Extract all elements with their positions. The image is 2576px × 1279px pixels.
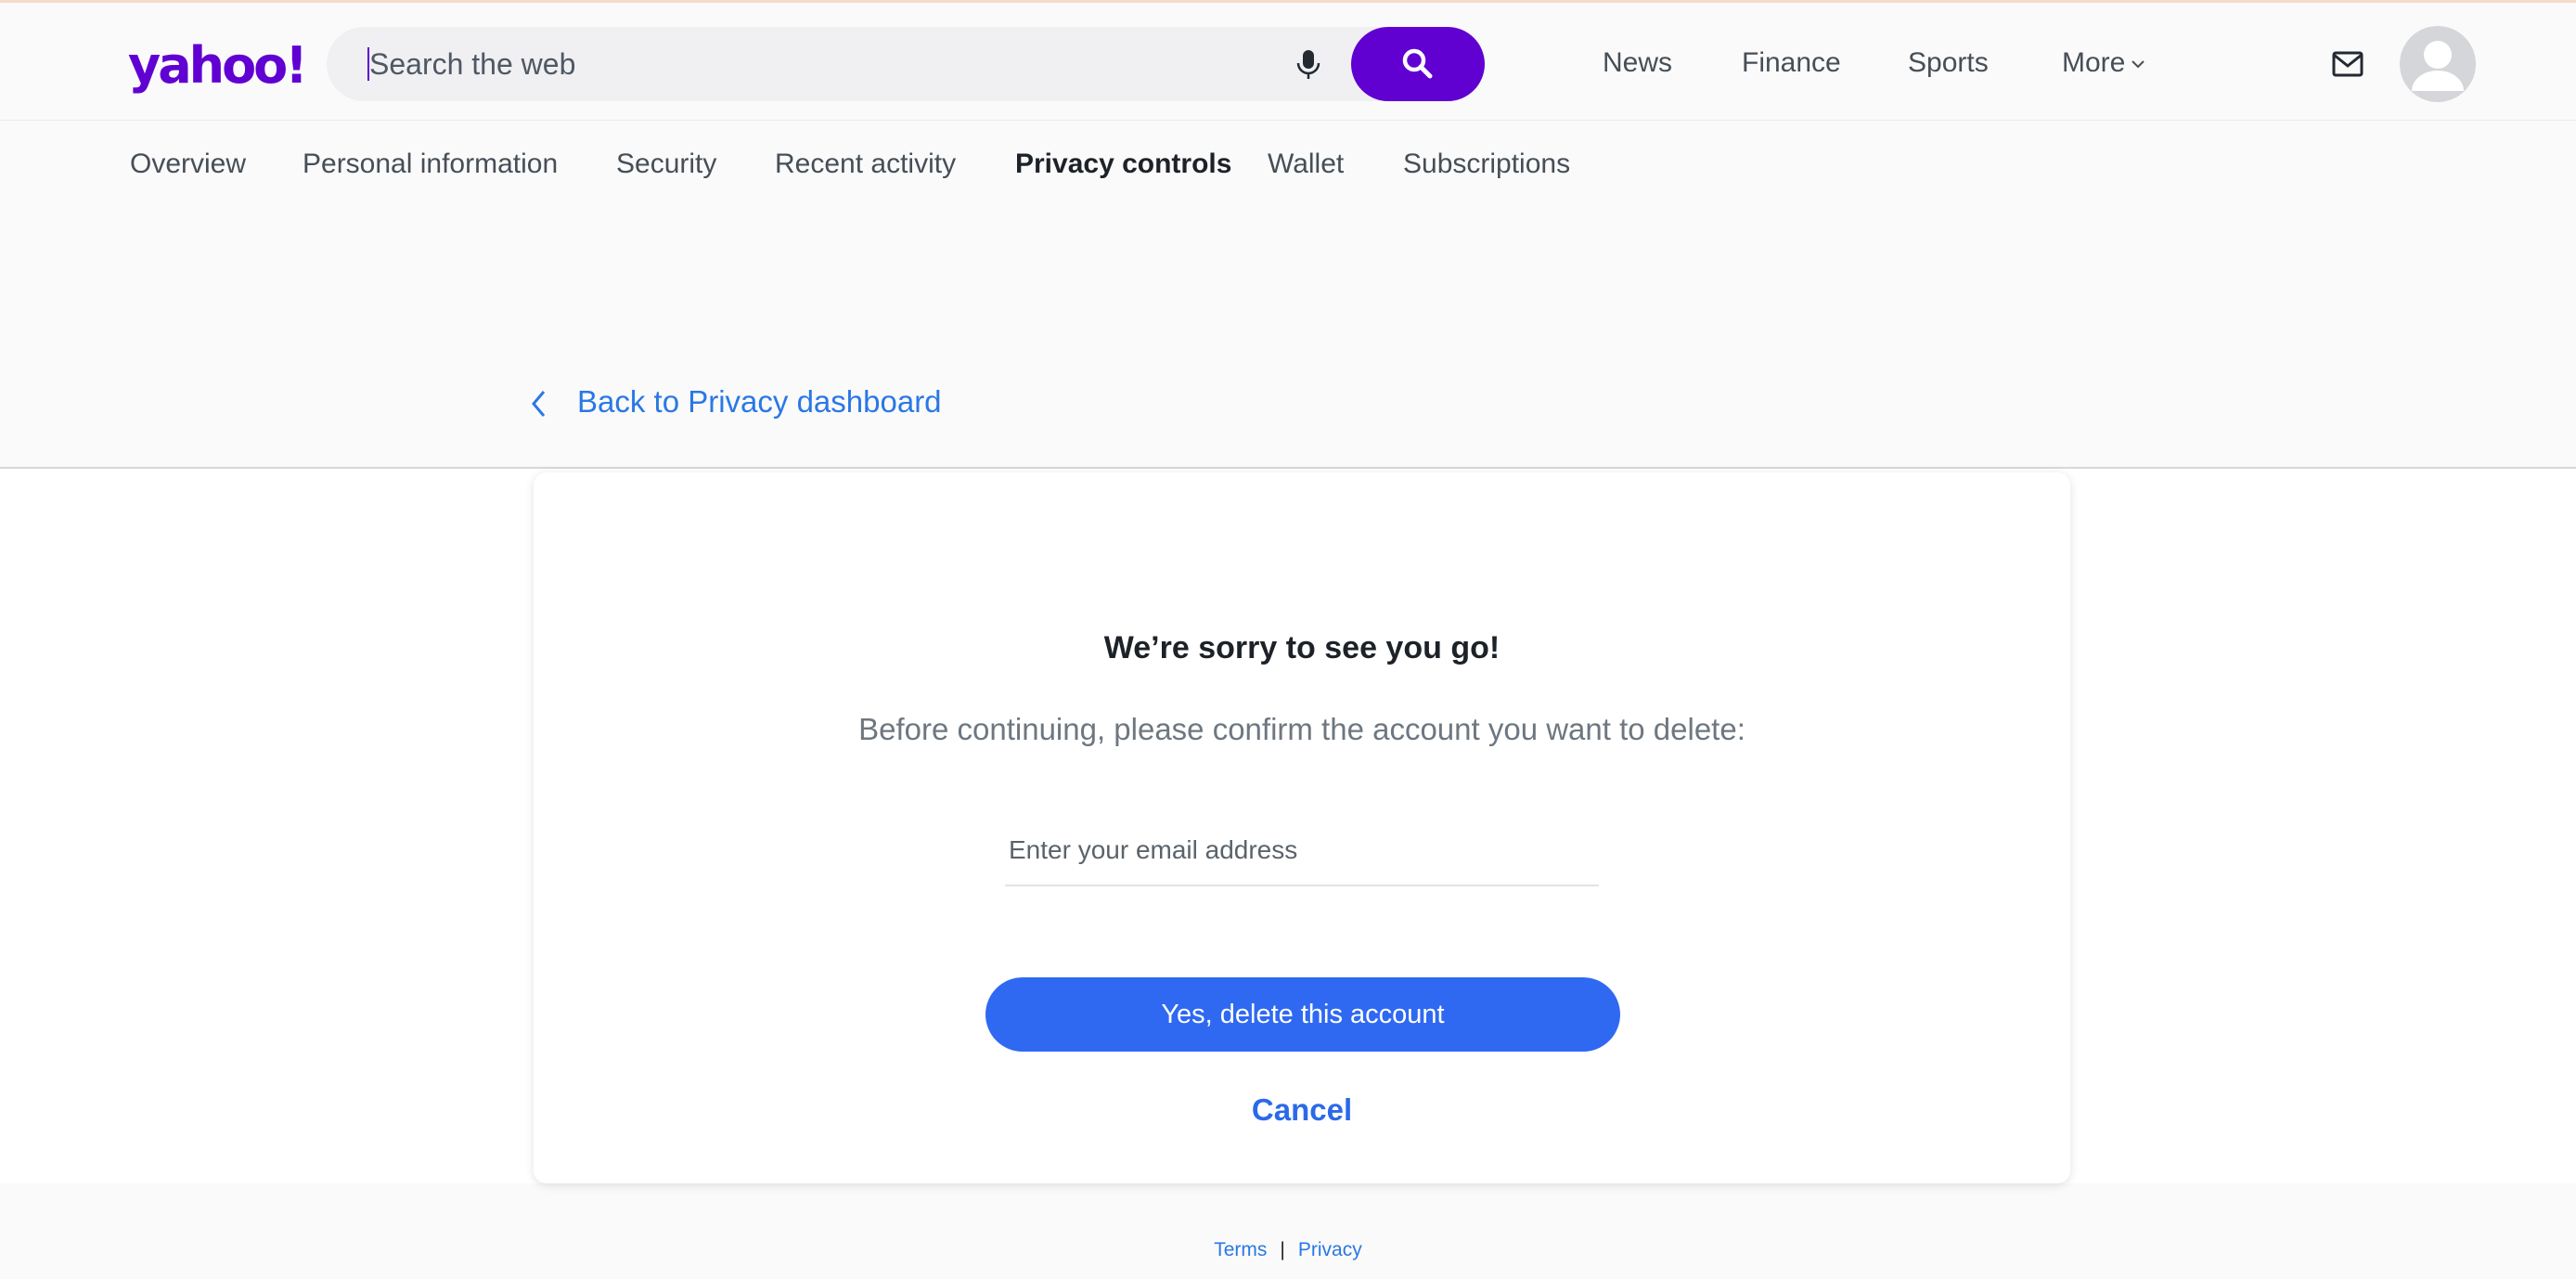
tab-subscriptions[interactable]: Subscriptions bbox=[1403, 149, 1570, 180]
avatar[interactable] bbox=[2400, 26, 2476, 102]
terms-link[interactable]: Terms bbox=[1214, 1239, 1267, 1260]
account-subnav: Overview Personal information Security R… bbox=[0, 121, 2576, 213]
search-bar bbox=[327, 27, 1485, 101]
nav-more-label: More bbox=[2062, 47, 2126, 78]
search-button[interactable] bbox=[1351, 27, 1485, 101]
card-subtitle: Before continuing, please confirm the ac… bbox=[858, 712, 1745, 746]
header: yahoo! News Finance Sports More bbox=[0, 3, 2576, 121]
chevron-left-icon bbox=[532, 391, 546, 417]
delete-account-button[interactable]: Yes, delete this account bbox=[985, 977, 1620, 1052]
microphone-icon[interactable] bbox=[1290, 45, 1327, 83]
user-icon bbox=[2412, 41, 2464, 91]
cancel-button[interactable]: Cancel bbox=[534, 1092, 2070, 1128]
footer: Terms | Privacy bbox=[0, 1239, 2576, 1261]
tab-privacy-controls[interactable]: Privacy controls bbox=[1015, 149, 1231, 180]
footer-separator: | bbox=[1280, 1239, 1285, 1260]
tab-recent-activity[interactable]: Recent activity bbox=[775, 149, 956, 180]
text-caret bbox=[367, 47, 369, 81]
chevron-down-icon bbox=[2132, 60, 2145, 69]
back-link-label: Back to Privacy dashboard bbox=[577, 384, 942, 419]
nav-news[interactable]: News bbox=[1603, 47, 1672, 79]
delete-account-card: We’re sorry to see you go! Before contin… bbox=[534, 472, 2070, 1183]
tab-overview[interactable]: Overview bbox=[130, 149, 246, 180]
yahoo-logo[interactable]: yahoo! bbox=[128, 36, 308, 95]
nav-finance[interactable]: Finance bbox=[1742, 47, 1841, 79]
nav-more[interactable]: More bbox=[2062, 47, 2145, 79]
search-icon bbox=[1402, 48, 1433, 79]
card-title: We’re sorry to see you go! bbox=[1103, 630, 1501, 665]
search-input[interactable] bbox=[369, 27, 1204, 101]
privacy-link[interactable]: Privacy bbox=[1298, 1239, 1362, 1260]
tab-personal-information[interactable]: Personal information bbox=[303, 149, 558, 180]
tab-wallet[interactable]: Wallet bbox=[1268, 149, 1344, 180]
email-field[interactable] bbox=[1005, 816, 1599, 886]
mail-icon[interactable] bbox=[2329, 45, 2366, 83]
tab-security[interactable]: Security bbox=[616, 149, 716, 180]
nav-sports[interactable]: Sports bbox=[1908, 47, 1989, 79]
